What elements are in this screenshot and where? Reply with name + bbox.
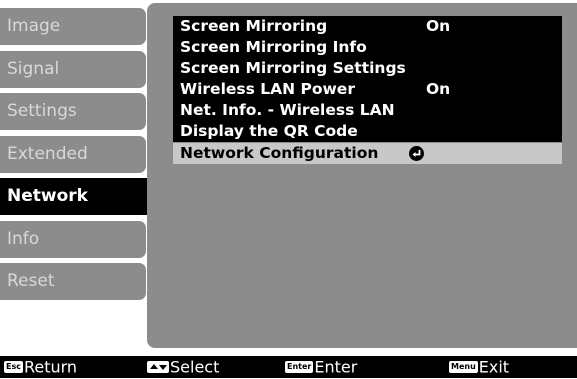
menu-row-network-configuration[interactable]: Network Configuration [173,142,562,164]
menu-row-screen-mirroring-info[interactable]: Screen Mirroring Info [173,37,562,59]
up-down-arrows-icon [147,360,169,373]
category-menu: Image Signal Settings Extended Network I… [0,0,158,350]
menu-row-label: Screen Mirroring Info [180,38,367,57]
hint-enter: Enter Enter [285,356,357,378]
menu-row-screen-mirroring-settings[interactable]: Screen Mirroring Settings [173,58,562,80]
menu-row-label: Screen Mirroring Settings [180,59,406,78]
network-menu: Screen Mirroring On Screen Mirroring Inf… [173,16,562,164]
enter-icon [409,145,424,161]
hint-label: Select [170,357,220,377]
hint-select: Select [147,356,219,378]
hint-exit: Menu Exit [449,356,509,378]
menu-row-label: Wireless LAN Power [180,80,355,99]
category-network[interactable]: Network [0,178,157,215]
hint-return: Esc Return [4,356,77,378]
enter-key-icon: Enter [285,360,314,373]
menu-row-screen-mirroring[interactable]: Screen Mirroring On [173,16,562,37]
esc-key-icon: Esc [4,360,23,373]
hint-label: Enter [314,357,358,377]
hint-label: Return [23,357,78,377]
menu-row-label: Display the QR Code [180,122,358,141]
hint-label: Exit [478,357,510,377]
menu-row-display-qr-code[interactable]: Display the QR Code [173,121,562,143]
menu-row-label: Network Configuration [180,143,379,162]
menu-row-label: Net. Info. - Wireless LAN [180,101,395,120]
menu-row-net-info-wireless-lan[interactable]: Net. Info. - Wireless LAN [173,100,562,122]
category-settings[interactable]: Settings [0,93,146,130]
menu-row-value: On [426,17,451,35]
menu-row-wireless-lan-power[interactable]: Wireless LAN Power On [173,79,562,101]
category-extended[interactable]: Extended [0,136,146,173]
menu-key-icon: Menu [449,360,478,373]
category-info[interactable]: Info [0,221,146,258]
menu-row-label: Screen Mirroring [180,17,328,35]
menu-row-value: On [426,80,451,99]
category-reset[interactable]: Reset [0,263,146,300]
help-bar: Esc Return Select Enter Enter Menu Exit [0,356,577,378]
category-signal[interactable]: Signal [0,51,146,88]
category-image[interactable]: Image [0,8,146,45]
